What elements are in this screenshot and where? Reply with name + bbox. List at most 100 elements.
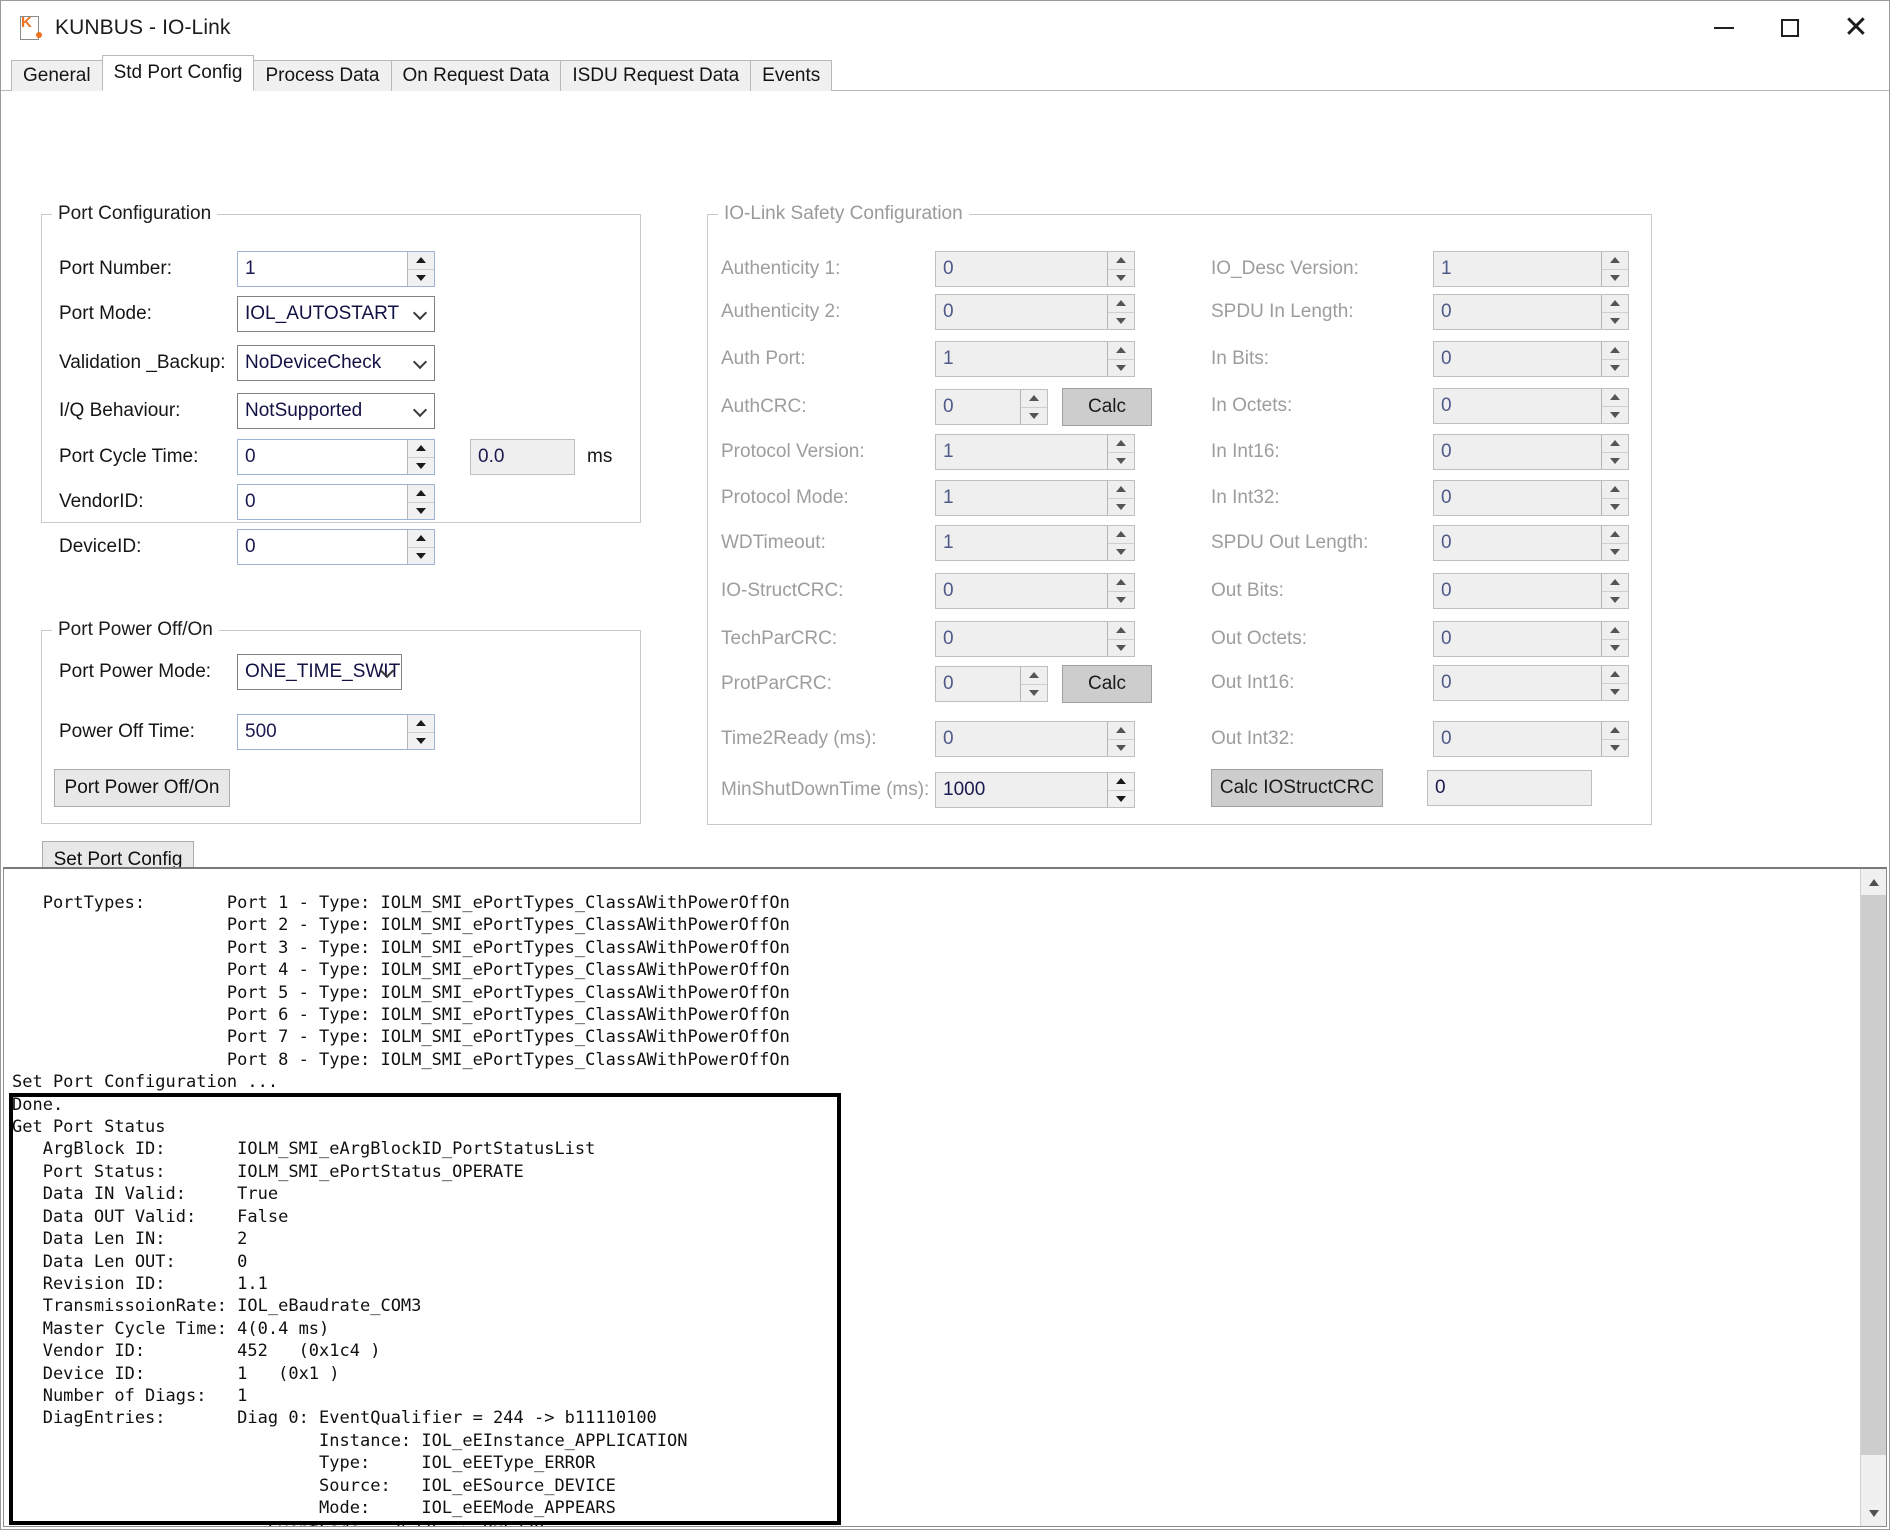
power-off-time-input[interactable]: 500 (237, 714, 435, 750)
tab-general[interactable]: General (11, 60, 103, 91)
min-shutdown-time-label: MinShutDownTime (ms): (721, 779, 930, 800)
authenticity-2-input[interactable]: 0 (935, 294, 1135, 330)
out-int32-input[interactable]: 0 (1433, 721, 1629, 757)
device-id-spinner[interactable] (407, 530, 434, 564)
field-spdu-in-length: SPDU In Length: 0 (1211, 294, 1629, 330)
wd-timeout-input[interactable]: 1 (935, 525, 1135, 561)
port-mode-select[interactable]: IOL_AUTOSTART (237, 296, 435, 332)
device-id-label: DeviceID: (59, 536, 142, 557)
prot-par-crc-calc-button[interactable]: Calc (1062, 665, 1152, 703)
io-desc-version-input[interactable]: 1 (1433, 251, 1629, 287)
authenticity-1-spinner[interactable] (1107, 252, 1134, 286)
authenticity-1-input[interactable]: 0 (935, 251, 1135, 287)
calc-iostructcrc-button[interactable]: Calc IOStructCRC (1211, 769, 1383, 807)
spdu-in-length-spinner[interactable] (1601, 295, 1628, 329)
in-octets-input[interactable]: 0 (1433, 388, 1629, 424)
close-icon[interactable]: ✕ (1823, 2, 1889, 54)
out-int16-input[interactable]: 0 (1433, 665, 1629, 701)
io-struct-crc-value: 0 (943, 580, 954, 601)
min-shutdown-time-input[interactable]: 1000 (935, 772, 1135, 808)
tab-isdu-request-data[interactable]: ISDU Request Data (560, 60, 752, 91)
protocol-version-input[interactable]: 1 (935, 434, 1135, 470)
out-octets-value: 0 (1441, 628, 1452, 649)
spdu-in-length-value: 0 (1441, 301, 1452, 322)
in-int32-spinner[interactable] (1601, 481, 1628, 515)
spdu-out-length-input[interactable]: 0 (1433, 525, 1629, 561)
out-int32-spinner[interactable] (1601, 722, 1628, 756)
prot-par-crc-spinner[interactable] (1020, 667, 1047, 701)
tab-std-port-config[interactable]: Std Port Config (101, 55, 255, 91)
in-bits-input[interactable]: 0 (1433, 341, 1629, 377)
auth-port-input[interactable]: 1 (935, 341, 1135, 377)
protocol-version-spinner[interactable] (1107, 435, 1134, 469)
io-struct-crc-spinner[interactable] (1107, 574, 1134, 608)
tab-process-data[interactable]: Process Data (253, 60, 392, 91)
vendor-id-spinner[interactable] (407, 485, 434, 519)
port-power-off-on-button[interactable]: Port Power Off/On (54, 769, 230, 807)
port-cycle-time-value: 0 (245, 446, 256, 467)
chevron-down-icon (412, 305, 428, 321)
out-bits-spinner[interactable] (1601, 574, 1628, 608)
authenticity-2-spinner[interactable] (1107, 295, 1134, 329)
spdu-out-length-spinner[interactable] (1601, 526, 1628, 560)
in-bits-spinner[interactable] (1601, 342, 1628, 376)
protocol-mode-input[interactable]: 1 (935, 480, 1135, 516)
protocol-version-value: 1 (943, 441, 954, 462)
tech-par-crc-spinner[interactable] (1107, 622, 1134, 656)
window-title: KUNBUS - IO-Link (55, 16, 231, 39)
tech-par-crc-input[interactable]: 0 (935, 621, 1135, 657)
io-struct-crc-input[interactable]: 0 (935, 573, 1135, 609)
prot-par-crc-calc-label: Calc (1087, 673, 1126, 694)
device-id-input[interactable]: 0 (237, 529, 435, 565)
minimize-icon[interactable] (1691, 2, 1757, 54)
time2ready-spinner[interactable] (1107, 722, 1134, 756)
prot-par-crc-input[interactable]: 0 (935, 666, 1048, 702)
vendor-id-value: 0 (245, 491, 256, 512)
protocol-mode-spinner[interactable] (1107, 481, 1134, 515)
out-bits-input[interactable]: 0 (1433, 573, 1629, 609)
log-scrollbar[interactable] (1860, 869, 1886, 1526)
in-int16-spinner[interactable] (1601, 435, 1628, 469)
wd-timeout-spinner[interactable] (1107, 526, 1134, 560)
min-shutdown-time-value: 1000 (943, 779, 986, 800)
vendor-id-input[interactable]: 0 (237, 484, 435, 520)
io-desc-version-spinner[interactable] (1601, 252, 1628, 286)
iq-behaviour-value: NotSupported (245, 400, 363, 421)
in-octets-spinner[interactable] (1601, 389, 1628, 423)
validation-backup-select[interactable]: NoDeviceCheck (237, 345, 435, 381)
out-octets-spinner[interactable] (1601, 622, 1628, 656)
in-int16-label: In Int16: (1211, 441, 1280, 462)
spdu-in-length-input[interactable]: 0 (1433, 294, 1629, 330)
scroll-up-icon[interactable] (1861, 869, 1886, 895)
out-int16-spinner[interactable] (1601, 666, 1628, 700)
in-int16-input[interactable]: 0 (1433, 434, 1629, 470)
scroll-down-icon[interactable] (1861, 1500, 1886, 1526)
power-off-time-spinner[interactable] (407, 715, 434, 749)
port-power-mode-select[interactable]: ONE_TIME_SWITCH (237, 654, 402, 690)
auth-crc-spinner[interactable] (1020, 390, 1047, 424)
protocol-mode-value: 1 (943, 487, 954, 508)
authenticity-1-label: Authenticity 1: (721, 258, 841, 279)
maximize-icon[interactable] (1757, 2, 1823, 54)
out-octets-input[interactable]: 0 (1433, 621, 1629, 657)
auth-crc-calc-button[interactable]: Calc (1062, 388, 1152, 426)
tab-on-request-data[interactable]: On Request Data (390, 60, 562, 91)
time2ready-input[interactable]: 0 (935, 721, 1135, 757)
field-port-mode: Port Mode: IOL_AUTOSTART (59, 296, 435, 332)
port-number-input[interactable]: 1 (237, 251, 435, 287)
tab-label: Process Data (265, 65, 380, 86)
field-spdu-out-length: SPDU Out Length: 0 (1211, 525, 1629, 561)
port-cycle-time-spinner[interactable] (407, 440, 434, 474)
log-console[interactable]: PortTypes: Port 1 - Type: IOLM_SMI_ePort… (3, 867, 1887, 1527)
in-int32-input[interactable]: 0 (1433, 480, 1629, 516)
auth-port-spinner[interactable] (1107, 342, 1134, 376)
port-number-spinner[interactable] (407, 252, 434, 286)
port-cycle-time-input[interactable]: 0 (237, 439, 435, 475)
min-shutdown-time-spinner[interactable] (1107, 773, 1134, 807)
auth-crc-input[interactable]: 0 (935, 389, 1048, 425)
iq-behaviour-select[interactable]: NotSupported (237, 393, 435, 429)
scrollbar-thumb[interactable] (1861, 895, 1886, 1455)
auth-crc-label: AuthCRC: (721, 396, 807, 417)
authenticity-1-value: 0 (943, 258, 954, 279)
tab-events[interactable]: Events (750, 60, 833, 91)
